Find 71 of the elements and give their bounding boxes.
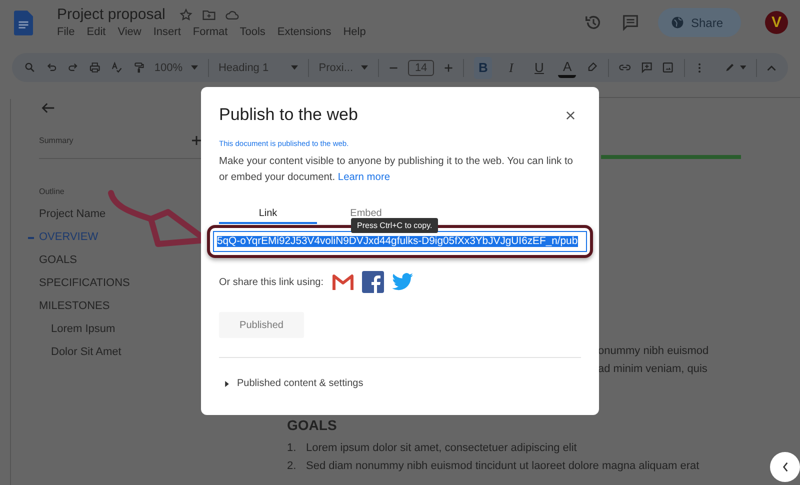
facebook-icon[interactable] bbox=[362, 271, 384, 293]
format-button[interactable]: A bbox=[558, 58, 576, 78]
style-dropdown[interactable]: Heading 1 bbox=[218, 62, 298, 74]
format-button[interactable]: I bbox=[502, 56, 520, 78]
star-icon[interactable] bbox=[179, 8, 194, 22]
document-icon[interactable] bbox=[14, 10, 33, 36]
body-text: ad minim veniam, quis bbox=[598, 362, 708, 377]
outline-item[interactable]: SPECIFICATIONS bbox=[29, 272, 201, 295]
paint-format-icon[interactable] bbox=[132, 61, 144, 74]
back-arrow-icon[interactable] bbox=[41, 101, 55, 115]
menu-item[interactable]: Format bbox=[192, 26, 228, 38]
section-heading: GOALS bbox=[287, 417, 338, 433]
list-number: 1. bbox=[287, 441, 297, 456]
outline-label: Outline bbox=[39, 187, 66, 196]
list-item-text: Sed diam nonummy nibh euismod tincidunt ut laoreet dolore magna aliquam erat bbox=[306, 459, 700, 474]
dialog-title: Publish to the web bbox=[219, 105, 358, 125]
caret-icon[interactable] bbox=[740, 65, 746, 70]
outline-item[interactable]: GOALS bbox=[29, 249, 201, 272]
menu-item[interactable]: Tools bbox=[240, 26, 266, 38]
format-button[interactable]: B bbox=[474, 56, 492, 78]
pencil-icon[interactable] bbox=[724, 61, 736, 74]
add-icon[interactable] bbox=[192, 136, 201, 145]
dialog-tab[interactable]: Link bbox=[219, 208, 317, 224]
body-text: onummy nibh euismod bbox=[598, 344, 709, 359]
font-dropdown[interactable]: Proxi... bbox=[318, 62, 368, 74]
outline-item[interactable]: OVERVIEW bbox=[29, 226, 201, 249]
highlighter-icon[interactable] bbox=[586, 61, 598, 74]
list-number: 2. bbox=[287, 459, 297, 474]
outline-item[interactable]: Project Name bbox=[29, 203, 201, 226]
menu-item[interactable]: Edit bbox=[86, 26, 106, 38]
zoom-dropdown[interactable]: 100% bbox=[154, 62, 198, 74]
print-icon[interactable] bbox=[89, 61, 101, 74]
list-item-text: Lorem ipsum dolor sit amet, consectetuer adipiscing elit bbox=[306, 441, 577, 456]
menu-item[interactable]: Insert bbox=[153, 26, 181, 38]
format-button[interactable]: U bbox=[530, 56, 548, 78]
chevron-left-icon bbox=[782, 462, 788, 472]
outline-item[interactable]: Dolor Sit Amet bbox=[29, 341, 201, 364]
triangle-icon bbox=[225, 380, 229, 386]
caret-icon bbox=[361, 65, 368, 70]
close-icon[interactable] bbox=[566, 110, 575, 120]
spellcheck-icon[interactable] bbox=[110, 61, 123, 74]
menu-item[interactable]: Extensions bbox=[277, 26, 332, 38]
image-icon[interactable] bbox=[662, 61, 674, 74]
menu-item[interactable]: Help bbox=[343, 26, 366, 38]
side-panel-toggle[interactable] bbox=[770, 452, 800, 482]
undo-icon[interactable] bbox=[46, 61, 58, 74]
description-text: Make your content visible to anyone by publishing it to the web. You can link to or embed your document. Learn more bbox=[219, 155, 574, 185]
plus-icon[interactable] bbox=[444, 62, 454, 72]
share-button[interactable]: Share bbox=[658, 8, 741, 37]
share-label: Or share this link using: bbox=[219, 276, 324, 288]
font-size-field[interactable]: 14 bbox=[408, 60, 434, 76]
history-icon[interactable] bbox=[584, 13, 603, 32]
avatar[interactable]: V bbox=[765, 11, 788, 34]
document-title[interactable]: Project proposal bbox=[57, 6, 166, 23]
caret-icon bbox=[190, 65, 198, 70]
comment-icon[interactable] bbox=[620, 13, 640, 32]
learn-more-link[interactable]: Learn more bbox=[338, 172, 390, 183]
bird-icon[interactable] bbox=[392, 271, 414, 293]
menu-item[interactable]: View bbox=[118, 26, 142, 38]
menu-item[interactable]: File bbox=[57, 26, 75, 38]
settings-expander[interactable]: Published content & settings bbox=[219, 378, 375, 389]
link-field[interactable]: 5qQ-oYqrEMi92J53V4voliN9DVJxd44gfulks-D9ig05fXx3YbJVJgUI6zEF_n/pub bbox=[213, 231, 587, 252]
outline-item[interactable]: Lorem Ipsum bbox=[29, 318, 201, 341]
outline-item[interactable]: MILESTONES bbox=[29, 295, 201, 318]
copy-tooltip: Press Ctrl+C to copy. bbox=[351, 218, 438, 233]
folder-icon[interactable] bbox=[202, 8, 216, 22]
caret-icon bbox=[290, 65, 298, 70]
search-icon[interactable] bbox=[24, 61, 36, 74]
summary-label: Summary bbox=[39, 136, 74, 145]
add-comment-icon[interactable] bbox=[640, 61, 652, 74]
redo-icon[interactable] bbox=[67, 61, 80, 74]
